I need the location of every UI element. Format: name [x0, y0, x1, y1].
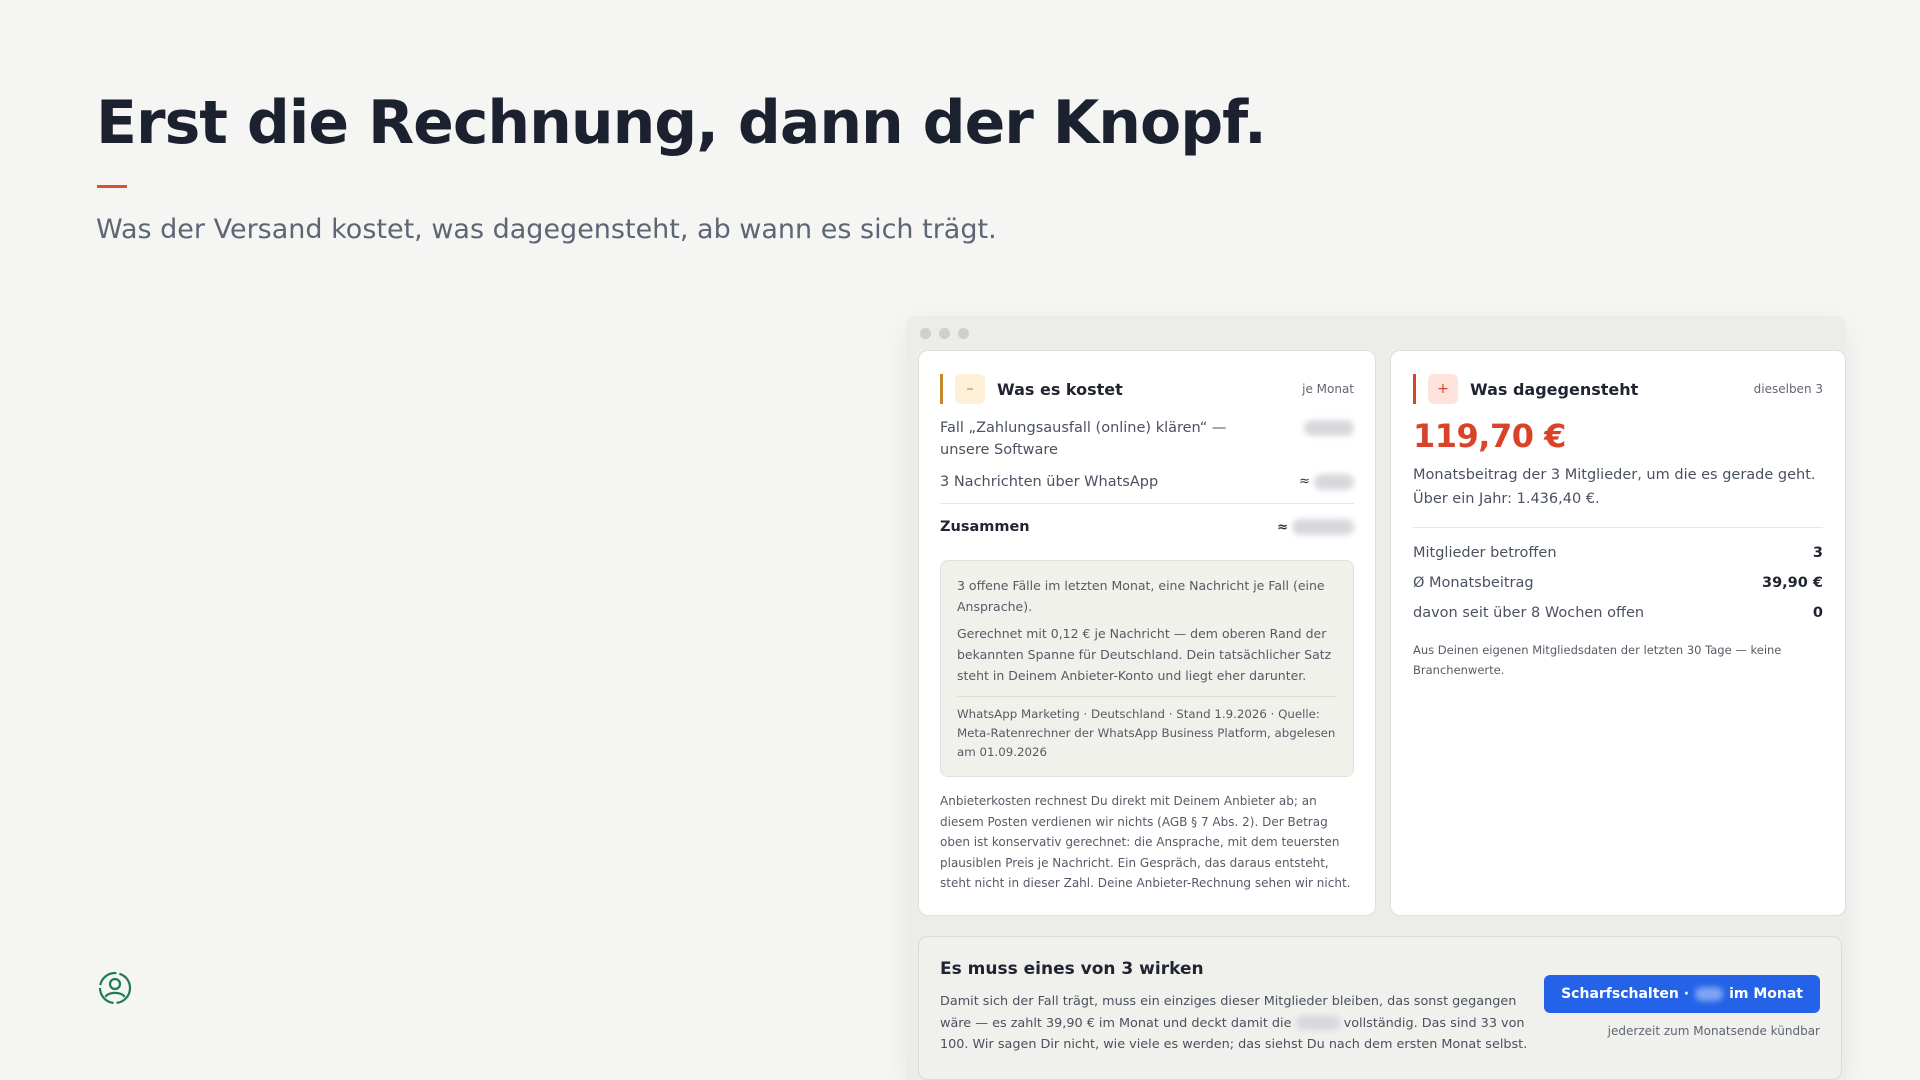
cost-card: – Was es kostet je Monat Fall „Zahlungsa…	[918, 350, 1376, 916]
page-title: Erst die Rechnung, dann der Knopf.	[96, 88, 1267, 158]
window-dot-maximize[interactable]	[958, 328, 969, 339]
activate-button-suffix: im Monat	[1729, 986, 1803, 1002]
window-dot-close[interactable]	[920, 328, 931, 339]
cost-accent-bar	[940, 374, 943, 404]
value-card-meta: dieselben 3	[1753, 382, 1823, 396]
redacted-total	[1292, 519, 1354, 535]
info-text: 3 offene Fälle im letzten Monat, eine Na…	[957, 578, 1325, 614]
stat-label: davon seit über 8 Wochen offen	[1413, 605, 1645, 621]
page-subtitle: Was der Versand kostet, was dagegensteht…	[96, 214, 997, 245]
cost-line-item: Fall „Zahlungsausfall (online) klären“ —…	[940, 417, 1354, 461]
value-card-title: Was dagegensteht	[1470, 379, 1639, 399]
cancellation-note: jederzeit zum Monatsende kündbar	[1607, 1024, 1820, 1038]
value-card-header: + Was dagegensteht dieselben 3	[1413, 373, 1823, 405]
approx-sign: ≈	[1299, 474, 1310, 489]
minus-icon: –	[955, 374, 985, 404]
plus-icon: +	[1428, 374, 1458, 404]
accent-rule	[97, 185, 127, 188]
activation-panel: Es muss eines von 3 wirken Damit sich de…	[918, 936, 1842, 1080]
data-source-note: Aus Deinen eigenen Mitgliedsdaten der le…	[1413, 643, 1782, 677]
stat-row: Ø Monatsbeitrag 39,90 €	[1413, 568, 1823, 598]
activate-button-label: Scharfschalten ·	[1561, 986, 1690, 1002]
cost-total-row: Zusammen ≈	[940, 514, 1354, 540]
cost-card-header: – Was es kostet je Monat	[940, 373, 1354, 405]
stat-row: Mitglieder betroffen 3	[1413, 538, 1823, 568]
stat-value: 0	[1812, 605, 1823, 621]
divider	[1413, 527, 1823, 528]
redacted-amount	[1295, 1016, 1340, 1030]
cost-line-label: Fall „Zahlungsausfall (online) klären“ —…	[940, 420, 1227, 458]
stat-value: 3	[1812, 545, 1823, 561]
stat-label: Ø Monatsbeitrag	[1413, 575, 1534, 591]
amount-description: Monatsbeitrag der 3 Mitglieder, um die e…	[1413, 467, 1816, 507]
monthly-amount: 119,70 €	[1413, 417, 1566, 455]
cost-fineprint: Anbieterkosten rechnest Du direkt mit De…	[940, 794, 1351, 890]
value-accent-bar	[1413, 374, 1416, 404]
cost-card-period: je Monat	[1302, 382, 1354, 396]
divider	[940, 503, 1354, 504]
stat-row: davon seit über 8 Wochen offen 0	[1413, 598, 1823, 628]
browser-window: – Was es kostet je Monat Fall „Zahlungsa…	[906, 316, 1846, 1080]
approx-sign: ≈	[1277, 519, 1288, 535]
value-card: + Was dagegensteht dieselben 3 119,70 € …	[1390, 350, 1846, 916]
cost-line-label: 3 Nachrichten über WhatsApp	[940, 474, 1159, 490]
redacted-amount	[1304, 420, 1354, 436]
activate-button[interactable]: Scharfschalten · im Monat	[1544, 975, 1820, 1013]
activation-text: Damit sich der Fall trägt, muss ein einz…	[940, 991, 1550, 1056]
cost-card-title: Was es kostet	[997, 379, 1123, 399]
info-text: Gerechnet mit 0,12 € je Nachricht — dem …	[957, 626, 1332, 683]
stat-value: 39,90 €	[1761, 575, 1823, 591]
window-titlebar	[906, 316, 1846, 348]
window-dot-minimize[interactable]	[939, 328, 950, 339]
redacted-price	[1695, 987, 1724, 1001]
info-source: WhatsApp Marketing · Deutschland · Stand…	[957, 696, 1337, 762]
cost-total-label: Zusammen	[940, 519, 1030, 535]
stat-label: Mitglieder betroffen	[1413, 545, 1557, 561]
user-circle-icon	[98, 971, 132, 1005]
redacted-amount	[1314, 474, 1354, 490]
cost-line-item: 3 Nachrichten über WhatsApp ≈	[940, 471, 1354, 493]
cost-calculation-info: 3 offene Fälle im letzten Monat, eine Na…	[940, 560, 1354, 777]
